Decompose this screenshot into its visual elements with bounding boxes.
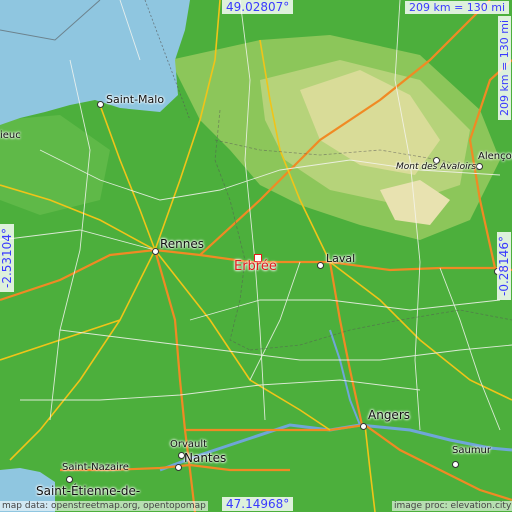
- city-marker: [66, 476, 73, 483]
- place-label[interactable]: Erbrée: [234, 259, 277, 274]
- coord-right: -0.28146°: [497, 232, 511, 300]
- city-marker: [476, 163, 483, 170]
- city-label-laval: Laval: [326, 252, 356, 265]
- scale-right: 209 km = 130 mi: [498, 15, 511, 120]
- coord-top: 49.02807°: [222, 0, 294, 14]
- city-label-saint-malo: Saint-Malo: [106, 93, 165, 106]
- city-label-saint-nazaire: Saint-Nazaire: [62, 462, 129, 473]
- city-marker: [97, 101, 104, 108]
- scale-top: 209 km = 130 mi: [405, 1, 510, 14]
- map[interactable]: Saint-Malo Rennes Laval Angers Nantes Sa…: [0, 0, 512, 512]
- city-marker: [452, 461, 459, 468]
- city-marker: [175, 464, 182, 471]
- coord-bottom: 47.14968°: [222, 497, 294, 511]
- city-label-angers: Angers: [368, 408, 410, 422]
- city-label-rennes: Rennes: [160, 237, 205, 251]
- credit-right[interactable]: image proc: elevation.city: [392, 501, 512, 511]
- city-label-alencon: Alençon: [478, 151, 512, 162]
- city-label-partial: ieuc: [0, 130, 21, 141]
- coord-left: -2.53104°: [0, 224, 14, 292]
- city-marker: [317, 262, 324, 269]
- city-label-saint-etienne: Saint-Étienne-de-: [36, 484, 141, 498]
- city-label-saumur: Saumur: [452, 445, 492, 456]
- city-marker: [152, 248, 159, 255]
- mountain-label: Mont des Avaloirs: [396, 162, 477, 172]
- credit-left[interactable]: map data: openstreetmap.org, opentopomap: [0, 501, 208, 511]
- city-marker: [178, 452, 185, 459]
- city-marker: [360, 423, 367, 430]
- city-label-orvault: Orvault: [170, 439, 208, 450]
- city-label-nantes: Nantes: [184, 451, 227, 465]
